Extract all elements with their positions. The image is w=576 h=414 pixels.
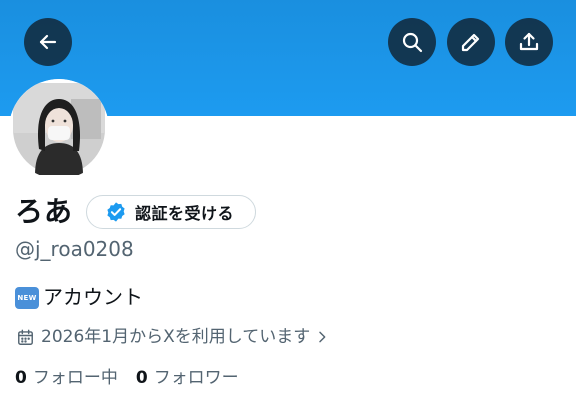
verified-badge-icon [107,202,125,222]
bio: NEW アカウント [15,284,143,310]
search-icon [402,32,423,53]
followers-link[interactable]: 0 フォロワー [136,366,239,390]
followers-count: 0 [135,368,148,388]
following-count: 0 [15,368,27,388]
share-upload-icon [519,32,539,51]
chevron-right-icon [310,329,330,345]
edit-button[interactable] [447,18,495,66]
pencil-icon [461,33,480,52]
share-button[interactable] [505,18,553,66]
username-handle: @j_roa0208 [15,237,134,261]
follow-stats: 0 フォロー中 0 フォロワー [15,366,239,390]
avatar[interactable] [9,79,109,179]
new-emoji-icon: NEW [15,287,39,309]
search-button[interactable] [388,18,436,66]
back-button[interactable] [24,18,72,66]
bio-text: アカウント [43,285,143,309]
arrow-left-icon [39,34,57,50]
get-verified-button[interactable]: 認証を受ける [86,195,256,229]
display-name: ろあ [15,195,74,228]
following-link[interactable]: 0 フォロー中 [15,366,118,390]
get-verified-label: 認証を受ける [135,204,235,223]
following-label: フォロー中 [32,368,118,388]
calendar-icon [16,328,41,347]
profile-photo [9,79,109,179]
followers-label: フォロワー [153,368,239,388]
joined-text: 2026年1月からXを利用しています [41,327,311,347]
joined-date[interactable]: 2026年1月からXを利用しています [16,325,330,349]
